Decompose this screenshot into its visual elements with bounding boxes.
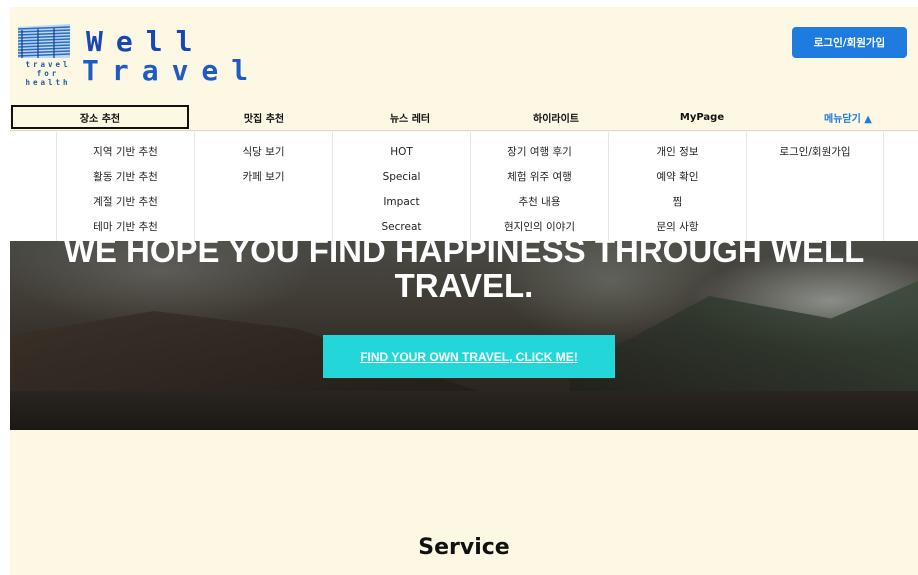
nav-item-restaurant-recommend[interactable]: 맛집 추천: [195, 105, 333, 129]
logo-tagline-line2: for: [36, 69, 60, 78]
logo-tagline-line1: travel: [25, 60, 71, 69]
menu-item-season-based[interactable]: 계절 기반 추천: [57, 189, 194, 214]
menu-item-local-stories[interactable]: 현지인의 이야기: [471, 214, 608, 239]
hero-title: WE HOPE YOU FIND HAPPINESS THROUGH WELL …: [10, 241, 918, 304]
menu-item-personal-info[interactable]: 개인 정보: [609, 139, 746, 164]
hero-title-line2: TRAVEL.: [394, 267, 534, 304]
hero-ground: [10, 391, 918, 430]
nav-item-highlight[interactable]: 하이라이트: [487, 105, 625, 129]
login-signup-button[interactable]: 로그인/회원가입: [792, 27, 907, 58]
menu-item-secreat[interactable]: Secreat: [333, 214, 470, 239]
logo-building-icon: [18, 24, 70, 58]
nav-item-newsletter[interactable]: 뉴스 레터: [341, 105, 479, 129]
nav-item-place-recommend[interactable]: 장소 추천: [11, 105, 189, 129]
menu-item-reservation-check[interactable]: 예약 확인: [609, 164, 746, 189]
menu-item-experience-trip[interactable]: 체험 위주 여행: [471, 164, 608, 189]
dropdown-column-place: 지역 기반 추천 활동 기반 추천 계절 기반 추천 테마 기반 추천: [56, 132, 194, 241]
nav-item-mypage[interactable]: MyPage: [633, 105, 771, 129]
service-heading: Service: [418, 535, 510, 560]
page: travel for health Well Travel 로그인/회원가입 장…: [10, 7, 918, 575]
menu-item-special[interactable]: Special: [333, 164, 470, 189]
dropdown-column-highlight: 장기 여행 후기 체험 위주 여행 추천 내용 현지인의 이야기: [470, 132, 608, 241]
site-logo[interactable]: travel for health Well Travel: [18, 24, 248, 99]
logo-tagline: travel for health: [18, 60, 78, 87]
nav-divider: [10, 130, 918, 131]
menu-item-wishlist[interactable]: 찜: [609, 189, 746, 214]
logo-tagline-line3: health: [25, 78, 71, 87]
hero-banner: WE HOPE YOU FIND HAPPINESS THROUGH WELL …: [10, 241, 918, 430]
dropdown-menu: 지역 기반 추천 활동 기반 추천 계절 기반 추천 테마 기반 추천 식당 보…: [10, 132, 918, 241]
menu-item-inquiries[interactable]: 문의 사항: [609, 214, 746, 239]
dropdown-column-mypage: 개인 정보 예약 확인 찜 문의 사항: [608, 132, 746, 241]
dropdown-column-newsletter: HOT Special Impact Secreat: [332, 132, 470, 241]
menu-item-restaurants[interactable]: 식당 보기: [195, 139, 332, 164]
logo-text-well: Well: [86, 25, 206, 58]
menu-item-activity-based[interactable]: 활동 기반 추천: [57, 164, 194, 189]
logo-text-travel: Travel: [82, 54, 262, 87]
menu-item-cafes[interactable]: 카페 보기: [195, 164, 332, 189]
hero-title-line1: WE HOPE YOU FIND HAPPINESS THROUGH WELL: [63, 241, 865, 269]
menu-item-hot[interactable]: HOT: [333, 139, 470, 164]
hero-cta-button[interactable]: FIND YOUR OWN TRAVEL, CLICK ME!: [323, 335, 615, 378]
dropdown-column-restaurant: 식당 보기 카페 보기: [194, 132, 332, 241]
main-nav: 장소 추천 맛집 추천 뉴스 레터 하이라이트 MyPage 메뉴닫기 ▲: [10, 105, 918, 131]
nav-item-close-menu[interactable]: 메뉴닫기 ▲: [779, 105, 917, 129]
menu-item-long-trip-review[interactable]: 장기 여행 후기: [471, 139, 608, 164]
menu-item-impact[interactable]: Impact: [333, 189, 470, 214]
menu-item-recommendations[interactable]: 추천 내용: [471, 189, 608, 214]
dropdown-column-account: 로그인/회원가입: [746, 132, 884, 241]
menu-item-region-based[interactable]: 지역 기반 추천: [57, 139, 194, 164]
menu-item-login-signup[interactable]: 로그인/회원가입: [747, 139, 883, 164]
menu-item-theme-based[interactable]: 테마 기반 추천: [57, 214, 194, 239]
